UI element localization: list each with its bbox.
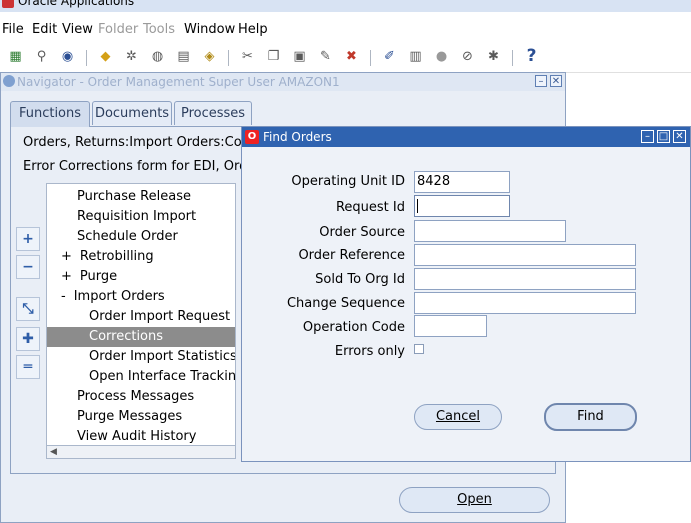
navigator-icon[interactable]: ◉	[59, 48, 76, 65]
tree-item-open-interface-tracking[interactable]: Open Interface Tracking	[47, 367, 235, 387]
navigator-window-icon	[3, 75, 15, 87]
tree-item-schedule-order[interactable]: Schedule Order	[47, 227, 235, 247]
open-button[interactable]: Open	[399, 487, 550, 513]
navigator-title-bar[interactable]: Navigator - Order Management Super User …	[1, 73, 565, 91]
toolbar-separator	[228, 50, 229, 66]
order-source-label: Order Source	[319, 225, 405, 240]
navigator-title: Navigator - Order Management Super User …	[17, 75, 340, 89]
request-id-label: Request Id	[335, 200, 405, 215]
oracle-app-icon	[2, 0, 14, 8]
tab-functions[interactable]: Functions	[10, 101, 90, 127]
attachments-icon[interactable]: ⊘	[459, 48, 476, 65]
sold-to-org-field[interactable]	[414, 268, 636, 290]
change-sequence-label: Change Sequence	[286, 296, 405, 311]
operation-code-field[interactable]	[414, 315, 487, 337]
copy-icon[interactable]: ❐	[265, 48, 282, 65]
tree-item-order-import-request[interactable]: Order Import Request	[47, 307, 235, 327]
tree-item-process-messages[interactable]: Process Messages	[47, 387, 235, 407]
translations-icon[interactable]: ●	[433, 48, 450, 65]
function-tree: Purchase Release Requisition Import Sche…	[46, 183, 236, 446]
scroll-left-icon[interactable]: ◀	[50, 447, 57, 457]
app-title: Oracle Applications	[18, 0, 135, 8]
save-icon[interactable]: ✲	[123, 48, 140, 65]
collapse-icon[interactable]: −	[16, 255, 40, 279]
tab-processes[interactable]: Processes	[174, 101, 252, 125]
maximize-icon[interactable]: □	[657, 130, 670, 143]
close-icon[interactable]: ✕	[550, 75, 562, 87]
expand-all-icon[interactable]: ✚	[16, 327, 40, 351]
new-icon[interactable]: ▦	[7, 48, 24, 65]
find-icon[interactable]: ⚲	[33, 48, 50, 65]
menu-folder[interactable]: Folder	[98, 22, 138, 37]
edit-field-icon[interactable]: ✐	[381, 48, 398, 65]
minimize-icon[interactable]: –	[641, 130, 654, 143]
change-sequence-field[interactable]	[414, 292, 636, 314]
order-source-field[interactable]	[414, 220, 566, 242]
menu-help[interactable]: Help	[238, 22, 268, 37]
next-step-icon[interactable]: ◍	[149, 48, 166, 65]
help-icon[interactable]: ?	[523, 48, 540, 65]
close-icon[interactable]: ✕	[673, 130, 686, 143]
new-record-icon[interactable]: ✎	[317, 48, 334, 65]
app-title-bar: Oracle Applications	[0, 0, 691, 12]
find-orders-dialog: O Find Orders – □ ✕ Operating Unit ID 84…	[241, 126, 691, 462]
cancel-button[interactable]: Cancel	[414, 404, 502, 430]
collapse-all-icon[interactable]: ═	[16, 355, 40, 379]
tree-item-corrections[interactable]: Corrections	[47, 327, 235, 347]
tab-documents[interactable]: Documents	[92, 101, 172, 125]
print-icon[interactable]: ▤	[175, 48, 192, 65]
function-description-line2: Error Corrections form for EDI, Order I	[23, 159, 269, 174]
folder-tools-icon[interactable]: ✱	[485, 48, 502, 65]
menu-window[interactable]: Window	[184, 22, 235, 37]
minimize-icon[interactable]: –	[535, 75, 547, 87]
function-description-line1: Orders, Returns:Import Orders:Correc	[23, 135, 267, 150]
menu-bar: File Edit View Folder Tools Window Help	[0, 15, 691, 41]
tree-item-requisition-import[interactable]: Requisition Import	[47, 207, 235, 227]
tree-item-purchase-release[interactable]: Purchase Release	[47, 187, 235, 207]
tree-expand-indicator: +	[61, 269, 72, 284]
toolbar: ▦ ⚲ ◉ ◆ ✲ ◍ ▤ ◈ ✂ ❐ ▣ ✎ ✖ ✐ ▥ ● ⊘ ✱ ?	[0, 42, 691, 73]
menu-tools[interactable]: Tools	[143, 22, 175, 37]
tree-horizontal-scrollbar[interactable]: ◀	[46, 445, 236, 459]
open-folder-icon[interactable]: ◆	[97, 48, 114, 65]
delete-record-icon[interactable]: ✖	[343, 48, 360, 65]
expand-icon[interactable]: +	[16, 227, 40, 251]
tree-expand-indicator: +	[61, 249, 72, 264]
dialog-title: Find Orders	[263, 130, 332, 144]
tree-item-view-audit-history[interactable]: View Audit History	[47, 427, 235, 445]
text-cursor	[417, 198, 418, 213]
operation-code-label: Operation Code	[302, 320, 405, 335]
toolbar-separator	[370, 50, 371, 66]
menu-file[interactable]: File	[2, 22, 24, 37]
toolbar-separator	[86, 50, 87, 66]
order-reference-field[interactable]	[414, 244, 636, 266]
request-id-field[interactable]	[414, 195, 510, 217]
tree-collapse-indicator: -	[61, 289, 66, 304]
expand-branch-icon[interactable]: ⤡	[16, 297, 40, 321]
tree-item-purge[interactable]: + Purge	[47, 267, 235, 287]
tree-item-retrobilling[interactable]: + Retrobilling	[47, 247, 235, 267]
close-form-icon[interactable]: ◈	[201, 48, 218, 65]
toolbar-separator	[512, 50, 513, 66]
menu-edit[interactable]: Edit	[32, 22, 57, 37]
operating-unit-field[interactable]: 8428	[414, 171, 510, 193]
operating-unit-label: Operating Unit ID	[291, 174, 405, 189]
zoom-icon[interactable]: ▥	[407, 48, 424, 65]
tree-item-purge-messages[interactable]: Purge Messages	[47, 407, 235, 427]
oracle-icon: O	[245, 130, 259, 144]
errors-only-label: Errors only	[334, 344, 405, 359]
tree-item-order-import-statistics[interactable]: Order Import Statistics	[47, 347, 235, 367]
menu-view[interactable]: View	[62, 22, 93, 37]
errors-only-checkbox[interactable]	[414, 344, 424, 354]
find-button[interactable]: Find	[544, 403, 637, 431]
order-reference-label: Order Reference	[298, 248, 405, 263]
find-orders-title-bar[interactable]: O Find Orders – □ ✕	[242, 127, 690, 147]
tree-item-import-orders[interactable]: - Import Orders	[47, 287, 235, 307]
cut-icon[interactable]: ✂	[239, 48, 256, 65]
paste-icon[interactable]: ▣	[291, 48, 308, 65]
sold-to-org-label: Sold To Org Id	[315, 272, 405, 287]
